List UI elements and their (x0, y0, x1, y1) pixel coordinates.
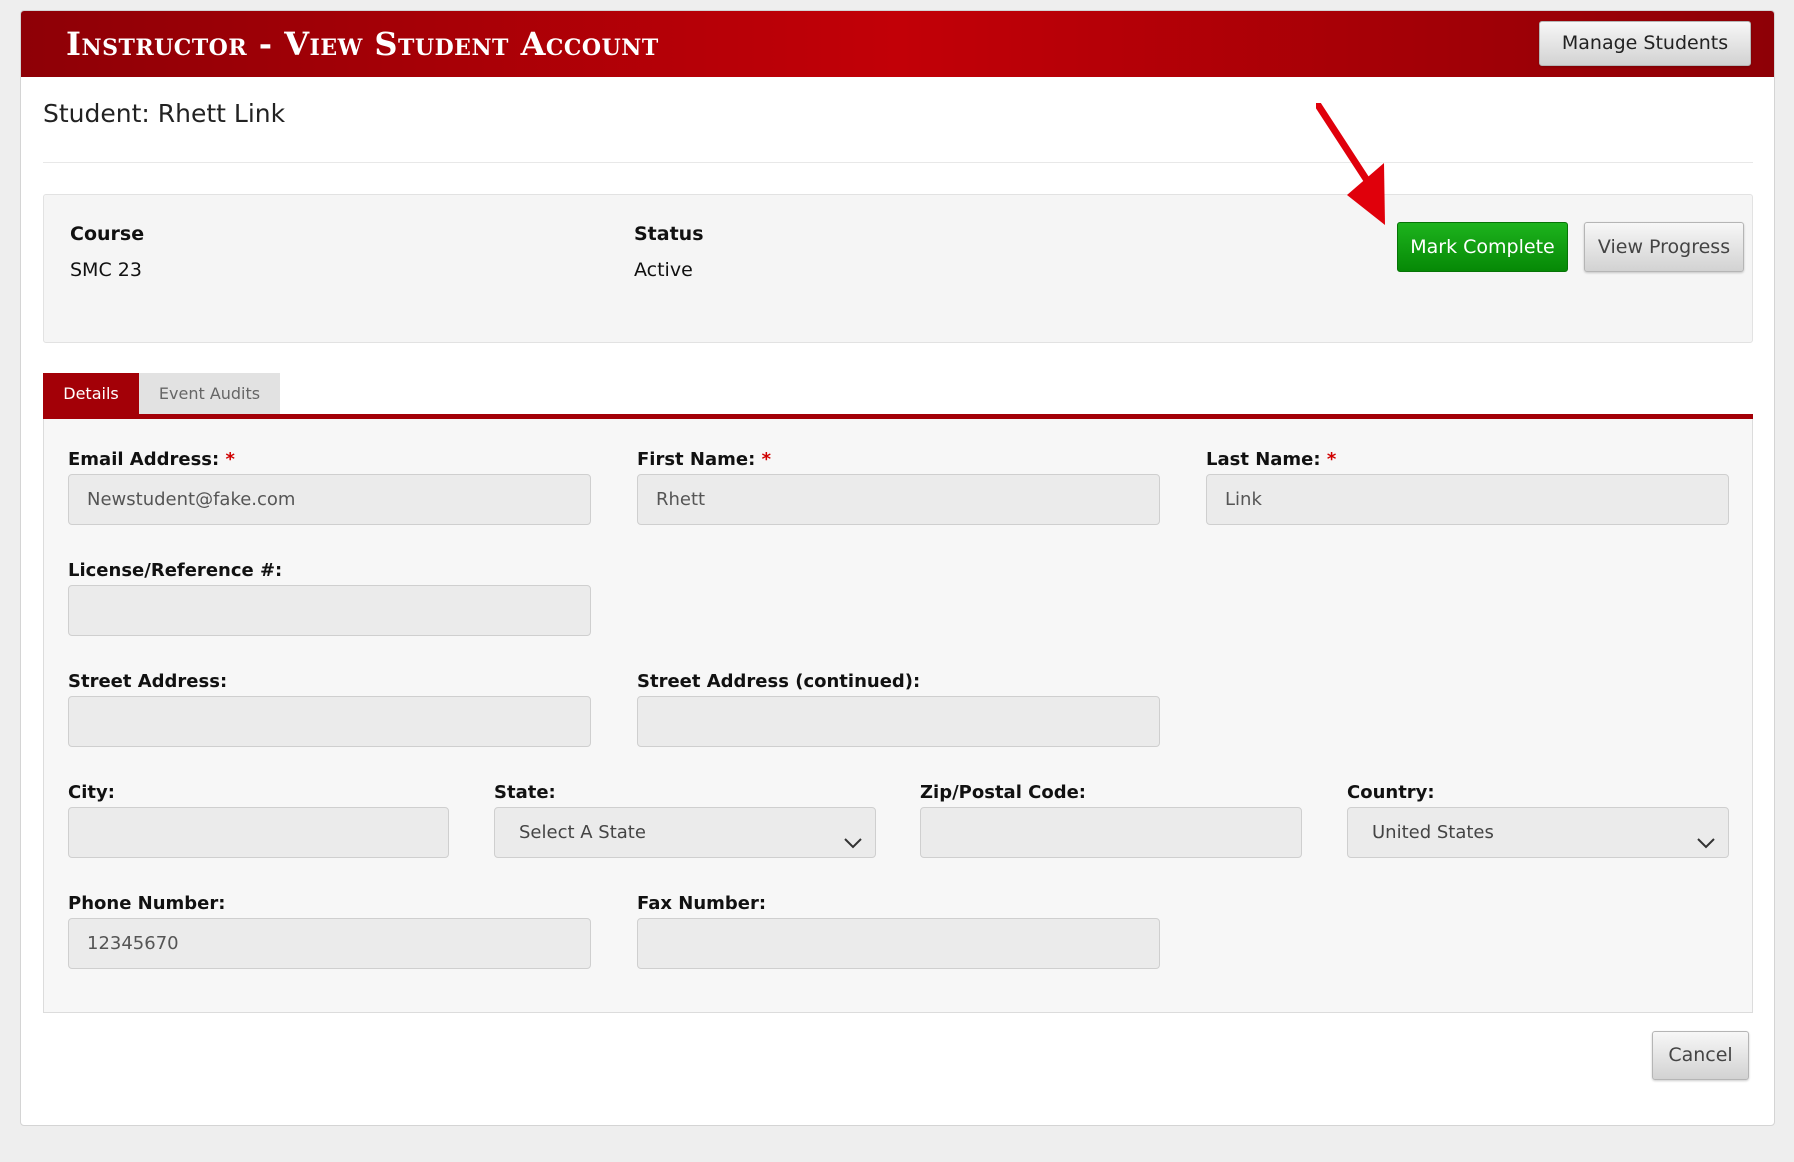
phone-field[interactable]: 12345670 (68, 918, 591, 969)
country-selected-value: United States (1372, 822, 1494, 843)
tab-details[interactable]: Details (43, 373, 139, 414)
chevron-down-icon (1696, 823, 1716, 857)
license-label: License/Reference #: (68, 560, 283, 581)
email-field[interactable]: Newstudent@fake.com (68, 474, 591, 525)
cancel-button[interactable]: Cancel (1652, 1031, 1749, 1080)
zip-field[interactable] (920, 807, 1302, 858)
state-selected-value: Select A State (519, 822, 646, 843)
page-title: Instructor - View Student Account (66, 25, 659, 63)
first-name-field[interactable]: Rhett (637, 474, 1160, 525)
state-select[interactable]: Select A State (494, 807, 876, 858)
required-marker: * (225, 449, 235, 470)
student-heading: Student: Rhett Link (43, 99, 286, 128)
fax-field[interactable] (637, 918, 1160, 969)
account-panel: Instructor - View Student Account Manage… (20, 10, 1775, 1126)
country-select[interactable]: United States (1347, 807, 1729, 858)
course-label: Course (70, 223, 145, 245)
course-value: SMC 23 (70, 259, 142, 281)
street-address-2-label: Street Address (continued): (637, 671, 921, 692)
state-label: State: (494, 782, 556, 803)
country-label: Country: (1347, 782, 1435, 803)
city-label: City: (68, 782, 115, 803)
divider (43, 162, 1753, 163)
required-marker: * (1326, 449, 1337, 470)
details-form: Email Address: * Newstudent@fake.com Fir… (43, 419, 1753, 1013)
license-field[interactable] (68, 585, 591, 636)
last-name-label: Last Name: * (1206, 449, 1337, 470)
email-label: Email Address: * (68, 449, 235, 470)
first-name-label: First Name: * (637, 449, 772, 470)
street-address-label: Street Address: (68, 671, 228, 692)
required-marker: * (761, 449, 772, 470)
red-arrow-icon (1314, 101, 1396, 232)
status-label: Status (634, 223, 704, 245)
view-progress-button[interactable]: View Progress (1584, 222, 1744, 272)
city-field[interactable] (68, 807, 449, 858)
street-address-2-field[interactable] (637, 696, 1160, 747)
zip-label: Zip/Postal Code: (920, 782, 1087, 803)
page-header: Instructor - View Student Account Manage… (21, 11, 1774, 77)
tab-event-audits[interactable]: Event Audits (139, 373, 280, 414)
status-value: Active (634, 259, 693, 281)
manage-students-button[interactable]: Manage Students (1539, 21, 1751, 66)
street-address-field[interactable] (68, 696, 591, 747)
chevron-down-icon (843, 823, 863, 857)
fax-label: Fax Number: (637, 893, 767, 914)
course-info-box: Course SMC 23 Status Active Mark Complet… (43, 194, 1753, 343)
mark-complete-button[interactable]: Mark Complete (1397, 222, 1568, 272)
last-name-field[interactable]: Link (1206, 474, 1729, 525)
phone-label: Phone Number: (68, 893, 226, 914)
